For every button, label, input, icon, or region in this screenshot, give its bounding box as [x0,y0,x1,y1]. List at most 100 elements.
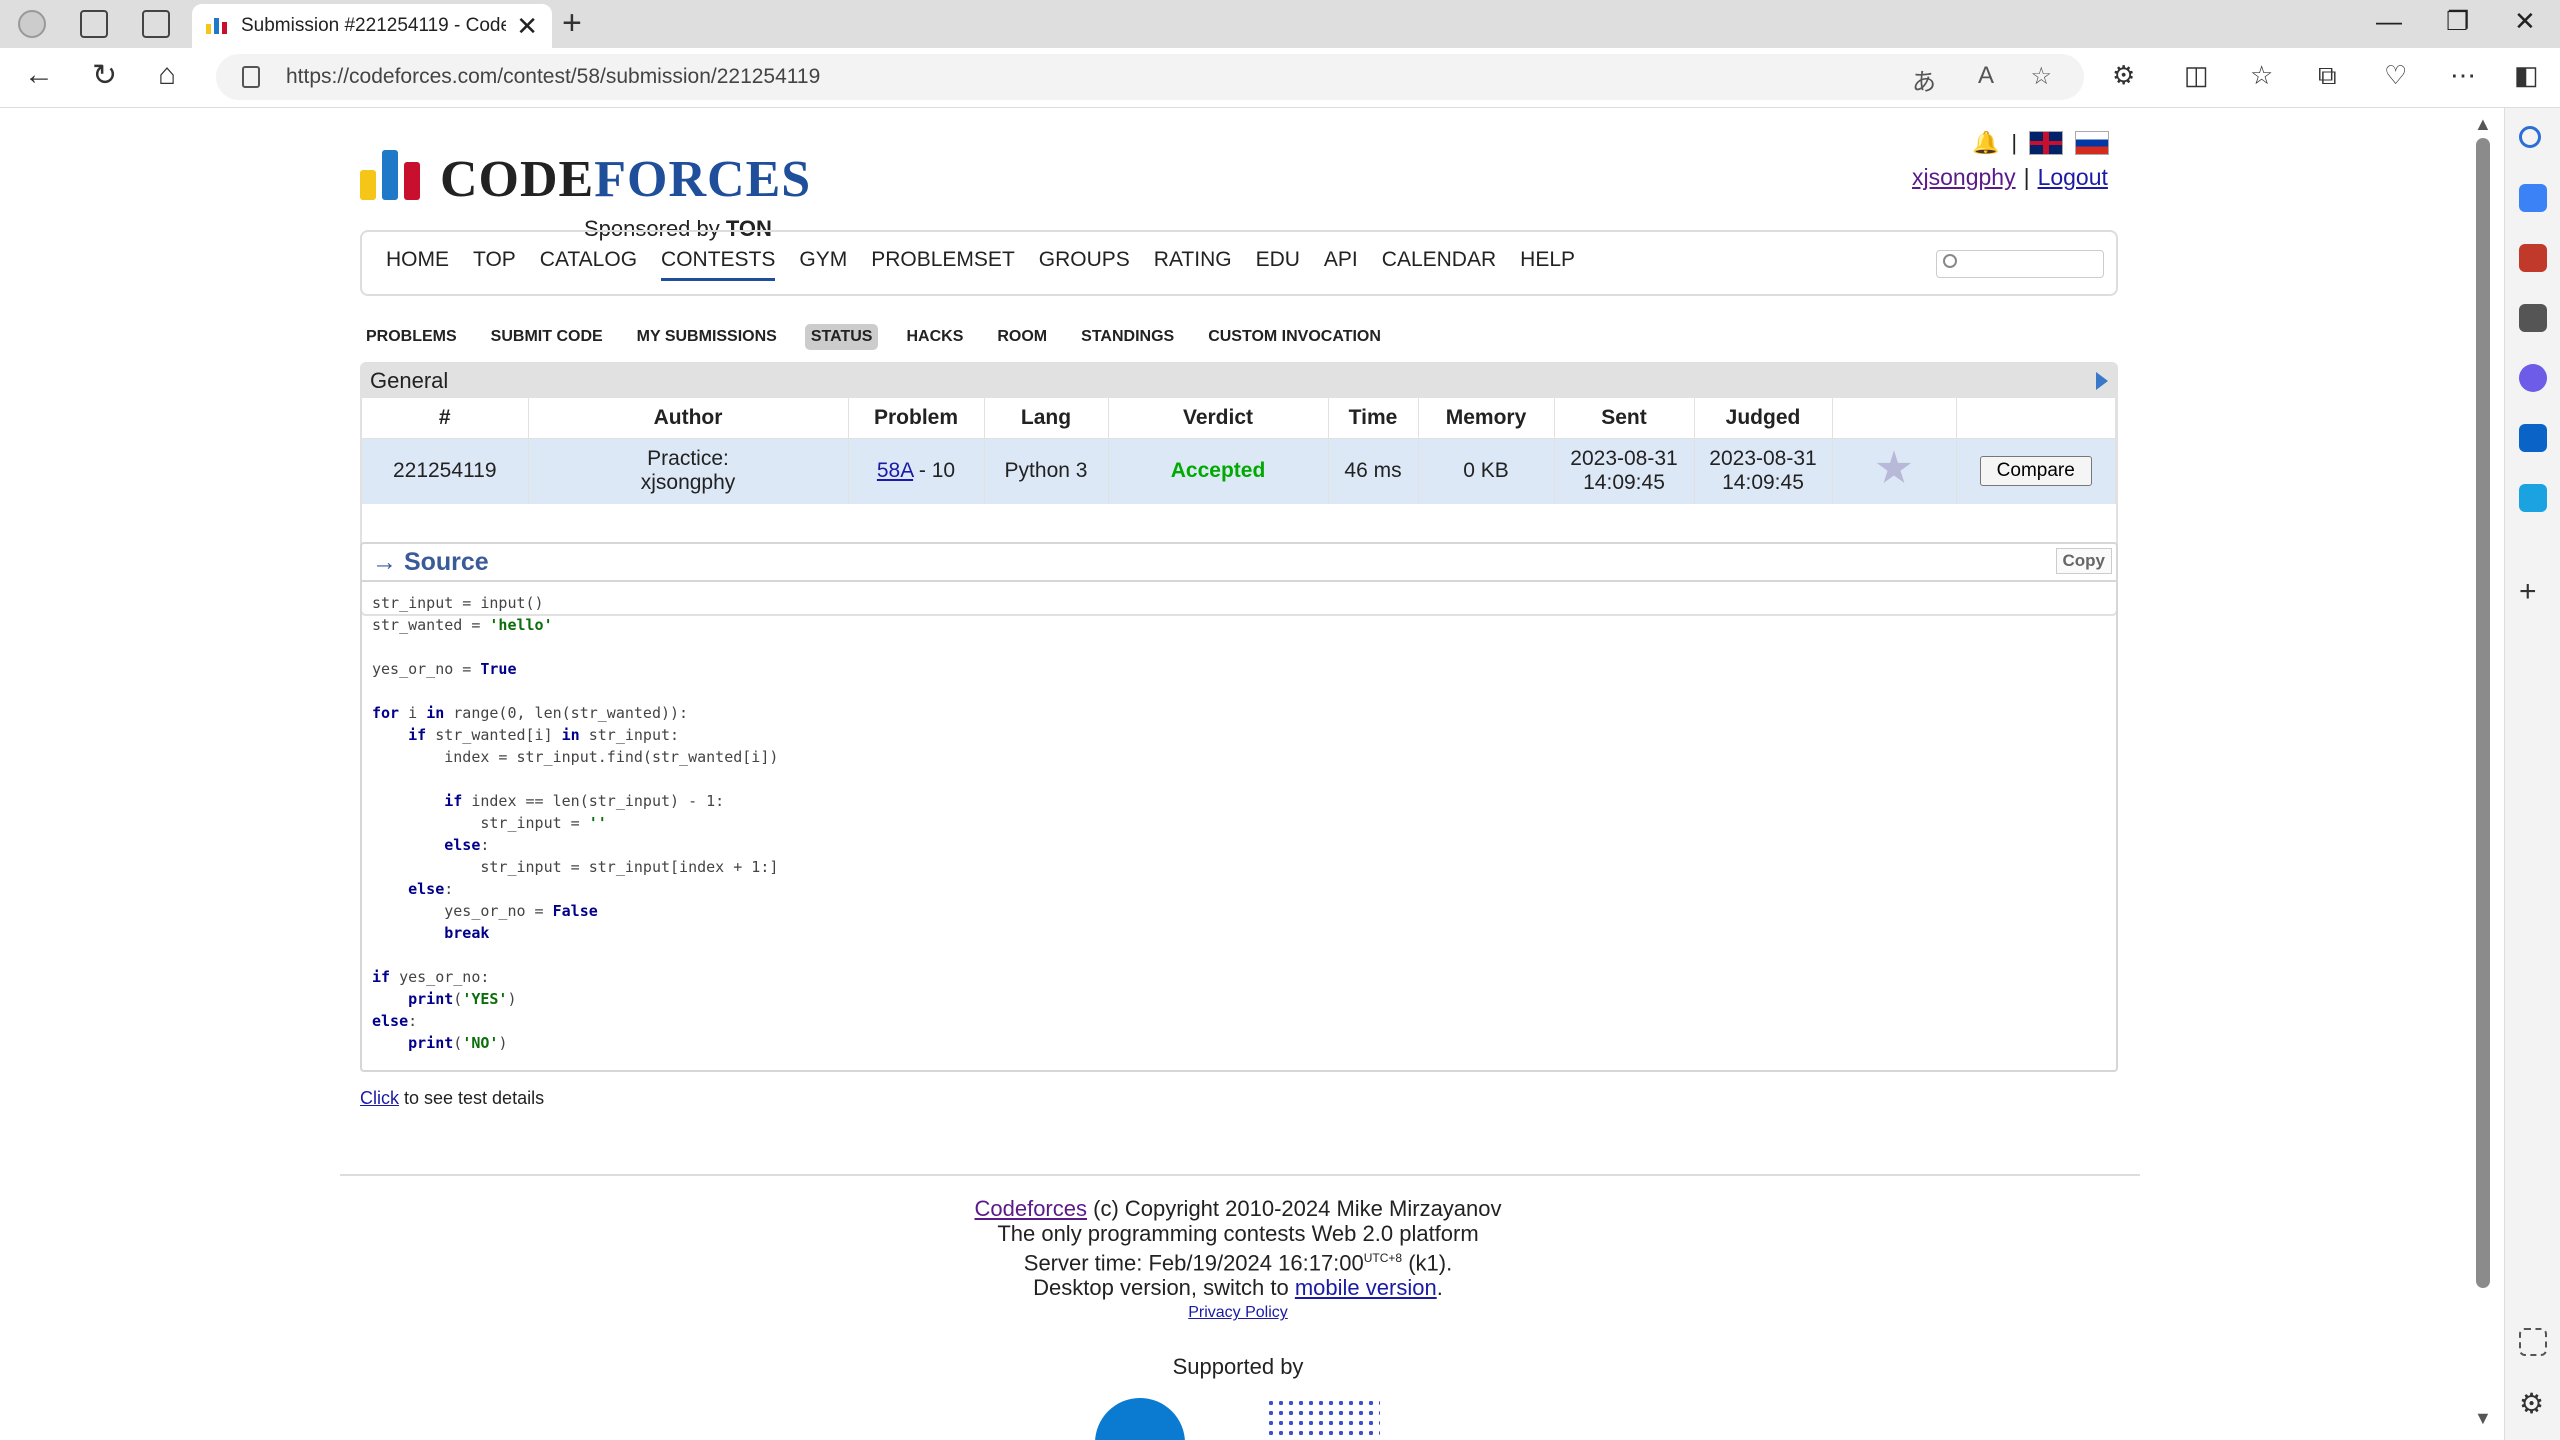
scroll-down-icon[interactable]: ▼ [2474,1408,2492,1429]
menu-item-api[interactable]: API [1324,248,1358,281]
main-menu-items: HOME TOP CATALOG CONTESTS GYM PROBLEMSET GROUP… [386,248,1575,281]
new-tab-button[interactable]: + [562,4,582,43]
subnav-custom-invocation[interactable]: CUSTOM INVOCATION [1202,324,1387,350]
lock-icon[interactable] [242,66,260,88]
read-aloud-icon[interactable]: A [1978,62,1994,90]
footer-codeforces-link[interactable]: Codeforces [974,1196,1087,1221]
logo-code: CODE [440,151,595,208]
menu-item-rating[interactable]: RATING [1154,248,1232,281]
subnav-hacks[interactable]: HACKS [900,324,969,350]
drop-icon[interactable] [2519,484,2547,512]
details-text: to see test details [399,1088,545,1108]
cell-judged: 2023-08-31 14:09:45 [1694,438,1833,504]
menu-item-top[interactable]: TOP [473,248,516,281]
judged-time: 14:09:45 [1722,471,1804,495]
cell-lang: Python 3 [984,438,1109,504]
minimize-icon[interactable]: — [2376,6,2402,37]
extensions-icon[interactable]: ⚙ [2112,60,2135,91]
notification-bell-icon[interactable]: 🔔 [1972,130,1999,156]
browser-tab-bar: Submission #221254119 - Codeforces ✕ + —… [0,0,2560,48]
general-title: General [362,364,2116,398]
menu-item-problemset[interactable]: PROBLEMSET [871,248,1015,281]
problem-link[interactable]: 58A [877,459,913,482]
subnav-room[interactable]: ROOM [991,324,1053,350]
codeforces-favicon-icon [206,18,227,34]
table-row: 221254119 Practice: xjsongphy 58A - 10 Py… [362,438,2116,504]
page-scrollbar[interactable]: ▲ ▼ [2466,108,2504,1440]
tab-actions-icon[interactable] [142,10,170,38]
restore-icon[interactable]: ❐ [2446,6,2469,37]
click-details-link[interactable]: Click [360,1088,399,1108]
subnav-standings[interactable]: STANDINGS [1075,324,1180,350]
compare-button[interactable]: Compare [1979,456,2092,487]
profile-avatar-icon[interactable] [18,10,46,38]
subnav-status[interactable]: STATUS [804,324,879,350]
cell-time: 46 ms [1328,438,1419,504]
russian-flag-icon[interactable] [2075,131,2110,155]
favorite-star-icon[interactable]: ☆ [2030,62,2052,91]
sidebar-toggle-icon[interactable]: ◧ [2514,60,2539,91]
collections-icon[interactable]: ⧉ [2318,60,2337,92]
footer-line1: Codeforces (c) Copyright 2010-2024 Mike … [0,1196,2466,1221]
source-code[interactable]: str_input = input() str_wanted = 'hello'… [362,582,2116,1064]
subnav-problems[interactable]: PROBLEMS [360,324,463,350]
menu-item-help[interactable]: HELP [1520,248,1575,281]
sponsor-logo-1[interactable] [1095,1398,1185,1440]
favourite-star-icon[interactable] [1876,450,1912,484]
search-input[interactable] [1936,250,2104,278]
scroll-up-icon[interactable]: ▲ [2474,114,2492,135]
subnav-my-submissions[interactable]: MY SUBMISSIONS [631,324,783,350]
menu-item-contests[interactable]: CONTESTS [661,248,776,281]
privacy-policy-link[interactable]: Privacy Policy [1188,1304,1288,1321]
cell-memory: 0 KB [1418,438,1555,504]
add-sidebar-icon[interactable]: + [2519,577,2547,607]
sidebar-settings-icon[interactable]: ⚙ [2519,1390,2547,1418]
split-screen-icon[interactable]: ◫ [2184,60,2209,91]
footer-line2: The only programming contests Web 2.0 pl… [997,1221,1479,1246]
expand-arrow-icon[interactable] [2096,372,2108,390]
tab-submission[interactable]: Submission #221254119 - Codeforces ✕ [192,4,552,48]
sent-date: 2023-08-31 [1570,447,1678,471]
copilot-icon[interactable] [2519,364,2547,392]
home-icon[interactable]: ⌂ [158,58,176,92]
refresh-icon[interactable]: ↻ [92,58,117,93]
tools-icon[interactable] [2519,244,2547,272]
more-menu-icon[interactable]: ⋯ [2450,60,2476,91]
shopping-icon[interactable] [2519,184,2547,212]
copy-button[interactable]: Copy [2055,548,2112,574]
author-line2: xjsongphy [640,471,736,495]
address-bar[interactable]: https://codeforces.com/contest/58/submis… [216,54,2084,100]
menu-item-gym[interactable]: GYM [799,248,847,281]
cell-author: Practice: xjsongphy [528,438,849,504]
menu-item-groups[interactable]: GROUPS [1039,248,1130,281]
column-header: Time [1328,398,1419,439]
search-sidebar-icon[interactable] [2519,126,2541,148]
source-title: → Source [362,544,2116,582]
menu-item-catalog[interactable]: CATALOG [540,248,637,281]
menu-item-calendar[interactable]: CALENDAR [1382,248,1496,281]
username-link[interactable]: xjsongphy [1912,164,2016,190]
sponsor-logo-2[interactable] [1266,1398,1380,1438]
subnav-submit-code[interactable]: SUBMIT CODE [485,324,609,350]
favorites-icon[interactable]: ☆ [2250,60,2273,91]
close-window-icon[interactable]: ✕ [2514,6,2536,37]
desktop-suffix: . [1436,1275,1443,1301]
cell-compare: Compare [1956,438,2116,504]
screenshot-icon[interactable] [2519,1328,2547,1356]
tab-title: Submission #221254119 - Codeforces [241,15,507,36]
scroll-thumb[interactable] [2476,138,2490,1288]
submission-table: # Author Problem Lang Verdict Time Memory Sent J… [362,398,2116,504]
logout-link[interactable]: Logout [2038,164,2108,190]
source-panel: → Source Copy str_input = input() str_wa… [360,542,2118,1072]
workspaces-icon[interactable] [80,10,108,38]
performance-icon[interactable]: ♡ [2384,60,2407,91]
back-icon[interactable]: ← [24,58,54,92]
outlook-icon[interactable] [2519,424,2547,452]
menu-item-edu[interactable]: EDU [1256,248,1300,281]
translate-icon[interactable]: あ [1912,62,1936,97]
games-icon[interactable] [2519,304,2547,332]
english-flag-icon[interactable] [2029,131,2064,155]
mobile-version-link[interactable]: mobile version [1295,1275,1437,1300]
menu-item-home[interactable]: HOME [386,248,449,281]
close-tab-icon[interactable]: ✕ [516,11,538,42]
